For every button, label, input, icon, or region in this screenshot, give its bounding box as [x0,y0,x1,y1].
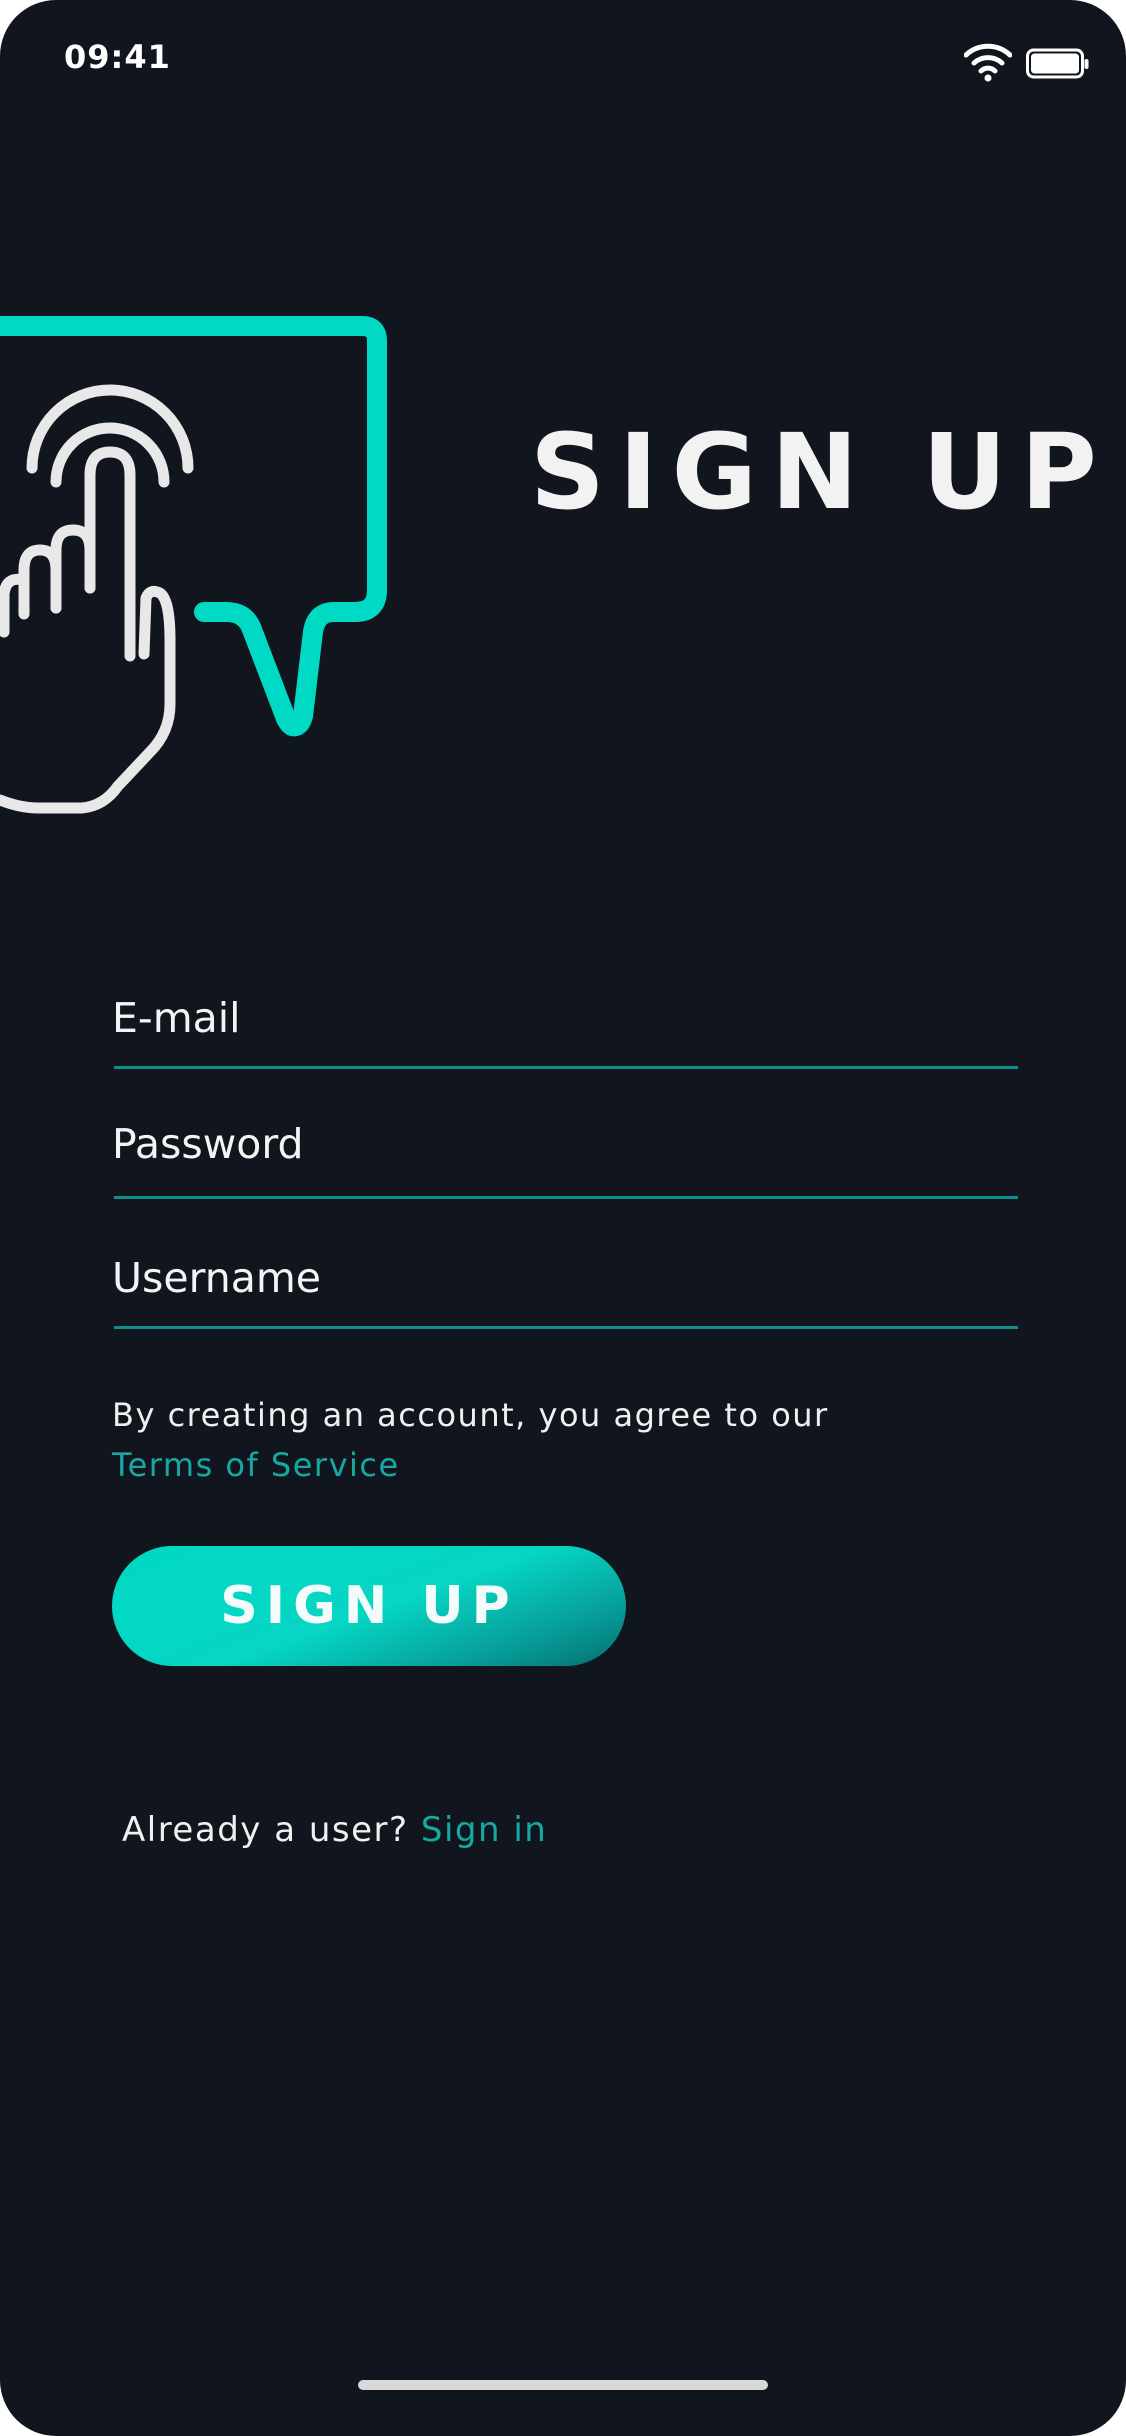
home-indicator[interactable] [358,2380,768,2390]
sign-in-row: Already a user? Sign in [122,1810,547,1850]
sign-up-screen: 09:41 SIGN UP By creating an accoun [0,0,1126,2436]
email-field-underline [114,1066,1018,1069]
terms-text: By creating an account, you agree to our [112,1396,829,1434]
tap-gesture-speech-bubble-icon [0,316,387,814]
page-title: SIGN UP [530,411,1111,533]
sign-up-button[interactable]: SIGN UP [112,1546,626,1666]
password-field[interactable] [112,1114,1016,1174]
email-field-container [112,988,1018,1069]
sign-in-prompt: Already a user? [122,1810,409,1850]
terms-of-service-link[interactable]: Terms of Service [112,1446,400,1484]
password-field-container [112,1114,1018,1199]
status-time: 09:41 [64,38,171,76]
username-field[interactable] [112,1248,1016,1308]
battery-icon [1026,48,1089,79]
password-field-underline [114,1196,1018,1199]
username-field-container [112,1248,1018,1329]
sign-in-link[interactable]: Sign in [421,1810,547,1850]
username-field-underline [114,1326,1018,1329]
wifi-icon [964,43,1012,82]
email-field[interactable] [112,988,1016,1048]
